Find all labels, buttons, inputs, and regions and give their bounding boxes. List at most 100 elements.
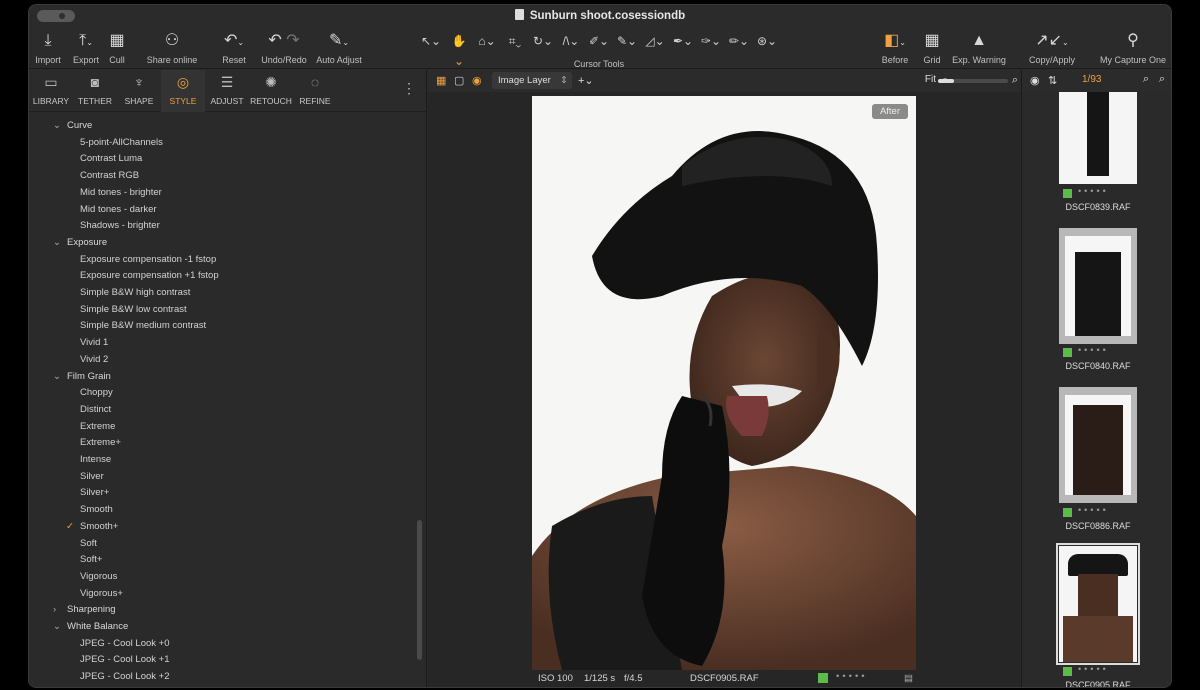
export-button[interactable]: ⤒⌄ Export — [69, 31, 103, 65]
cull-button[interactable]: ▦ Cull — [105, 31, 129, 65]
style-item[interactable]: Extreme+ — [80, 435, 121, 451]
style-item-label: Simple B&W high contrast — [80, 287, 191, 298]
style-item[interactable]: JPEG - Cool Look +3 — [80, 686, 170, 687]
style-item[interactable]: Intense — [80, 452, 111, 468]
style-item[interactable]: Smooth — [80, 502, 113, 518]
style-item[interactable]: Mid tones - darker — [80, 202, 157, 218]
search-icon[interactable]: ⌕ — [1143, 73, 1149, 86]
grid-button[interactable]: ▦ Grid — [919, 31, 945, 65]
color-tag[interactable] — [1063, 348, 1072, 357]
before-button[interactable]: ◧⌄ Before — [877, 31, 913, 65]
style-item[interactable]: Silver — [80, 469, 104, 485]
reset-button[interactable]: ↶⌄ Reset — [219, 31, 249, 65]
layer-select[interactable]: Image Layer ⇕ — [492, 72, 572, 89]
star-rating[interactable]: ••••• — [1078, 345, 1109, 355]
style-item[interactable]: JPEG - Cool Look +1 — [80, 652, 170, 668]
zoom-in-icon[interactable]: ⌕ — [1012, 74, 1018, 87]
color-tag[interactable] — [1063, 667, 1072, 676]
style-item[interactable]: 5-point-AllChannels — [80, 135, 163, 151]
zoom-fit-label[interactable]: Fit — [925, 74, 936, 85]
style-item[interactable]: Choppy — [80, 385, 113, 401]
picker-icon[interactable]: ✏⌄ — [727, 31, 751, 51]
sort-icon[interactable]: ⇅ — [1048, 74, 1057, 87]
grid-view-icon[interactable]: ▦ — [436, 74, 446, 87]
gradient-icon[interactable]: ◿⌄ — [643, 31, 667, 51]
style-item[interactable]: Simple B&W medium contrast — [80, 318, 206, 334]
style-item[interactable]: Soft — [80, 536, 97, 552]
style-item[interactable]: Vigorous+ — [80, 586, 123, 602]
style-group[interactable]: ⌄ Exposure — [53, 235, 107, 251]
zoom-slider[interactable] — [938, 79, 1008, 83]
style-item[interactable]: Contrast Luma — [80, 151, 142, 167]
share-online-button[interactable]: ⚇ Share online — [145, 31, 199, 65]
import-button[interactable]: ⤓ Import — [35, 31, 61, 65]
single-view-icon[interactable]: ▢ — [454, 74, 464, 87]
thumbnail-selected[interactable] — [1056, 543, 1140, 665]
star-rating[interactable]: ••••• — [1078, 505, 1109, 515]
exposure-warning-button[interactable]: ▲ Exp. Warning — [949, 31, 1009, 65]
style-item[interactable]: ✓ Smooth+ — [66, 519, 118, 535]
cull-icon: ▦ — [109, 32, 125, 49]
style-item[interactable]: Shadows - brighter — [80, 218, 160, 234]
style-item[interactable]: Exposure compensation -1 fstop — [80, 252, 216, 268]
metadata-icon[interactable]: ▤ — [904, 673, 913, 684]
thumbnail[interactable] — [1059, 387, 1137, 503]
style-item[interactable]: Vigorous — [80, 569, 117, 585]
loupe-icon[interactable]: ⌂⌄ — [475, 31, 499, 51]
more-options-icon[interactable]: ⋮ — [402, 80, 416, 97]
style-item[interactable]: Mid tones - brighter — [80, 185, 162, 201]
thumbnail[interactable] — [1059, 92, 1137, 184]
filter-icon[interactable]: ⌕ — [1159, 73, 1165, 86]
copy-apply-button[interactable]: ↗↙⌄ Copy/Apply — [1025, 31, 1079, 65]
thumbnail[interactable] — [1059, 228, 1137, 344]
style-item[interactable]: Simple B&W high contrast — [80, 285, 190, 301]
style-item[interactable]: JPEG - Cool Look +0 — [80, 636, 170, 652]
star-rating[interactable]: ••••• — [1078, 186, 1109, 196]
tab-library[interactable]: ▭ LIBRARY — [29, 70, 73, 112]
style-item[interactable]: JPEG - Cool Look +2 — [80, 669, 170, 685]
style-item[interactable]: Soft+ — [80, 552, 102, 568]
color-tag[interactable] — [1063, 508, 1072, 517]
tab-tether[interactable]: ◙ TETHER — [73, 70, 117, 112]
undo-redo-button[interactable]: ↶ ↷ Undo/Redo — [261, 31, 307, 65]
tab-refine[interactable]: ◌ REFINE — [293, 70, 337, 112]
add-layer-icon[interactable]: +⌄ — [578, 74, 594, 87]
select-cursor-icon[interactable]: ↖⌄ — [419, 31, 443, 51]
rotate-icon[interactable]: ↻⌄ — [531, 31, 555, 51]
crop-icon[interactable]: ⌗⌄ — [503, 31, 527, 51]
style-item[interactable]: Vivid 1 — [80, 335, 108, 351]
style-group[interactable]: ⌄ Curve — [53, 118, 92, 134]
auto-adjust-button[interactable]: ✎⌄ Auto Adjust — [315, 31, 363, 65]
style-item[interactable]: Extreme — [80, 419, 115, 435]
tab-style[interactable]: ◎ STYLE — [161, 70, 205, 112]
style-group[interactable]: › Sharpening — [53, 602, 116, 618]
brush-icon[interactable]: ✐⌄ — [587, 31, 611, 51]
eye-icon[interactable]: ◉ — [1030, 74, 1040, 87]
color-tag[interactable] — [1063, 189, 1072, 198]
eraser-icon[interactable]: ✎⌄ — [615, 31, 639, 51]
annotate-icon[interactable]: ⊛⌄ — [755, 31, 779, 51]
color-tag[interactable] — [818, 673, 828, 683]
style-item-label: Vigorous — [80, 570, 118, 582]
heal-icon[interactable]: ✒⌄ — [671, 31, 695, 51]
style-item[interactable]: Vivid 2 — [80, 352, 108, 368]
style-group[interactable]: ⌄ White Balance — [53, 619, 128, 635]
tab-retouch[interactable]: ✺ RETOUCH — [249, 70, 293, 112]
keystone-icon[interactable]: /\⌄ — [559, 31, 583, 51]
tab-shape[interactable]: ♆ SHAPE — [117, 70, 161, 112]
style-item[interactable]: Simple B&W low contrast — [80, 302, 187, 318]
star-rating[interactable]: ••••• — [1078, 664, 1109, 674]
clone-icon[interactable]: ✑⌄ — [699, 31, 723, 51]
my-capture-one-button[interactable]: ⚲ My Capture One — [1097, 31, 1169, 65]
main-image[interactable]: After — [532, 96, 916, 670]
style-item[interactable]: Silver+ — [80, 485, 109, 501]
styles-scrollbar[interactable] — [417, 520, 422, 660]
star-rating[interactable]: ••••• — [836, 671, 868, 682]
tab-adjust[interactable]: ☰ ADJUST — [205, 70, 249, 112]
focus-view-icon[interactable]: ◉ — [472, 74, 482, 87]
style-item[interactable]: Contrast RGB — [80, 168, 139, 184]
pan-cursor-icon[interactable]: ✋⌄ — [447, 31, 471, 68]
style-item[interactable]: Exposure compensation +1 fstop — [80, 268, 219, 284]
style-item[interactable]: Distinct — [80, 402, 111, 418]
style-group[interactable]: ⌄ Film Grain — [53, 369, 111, 385]
